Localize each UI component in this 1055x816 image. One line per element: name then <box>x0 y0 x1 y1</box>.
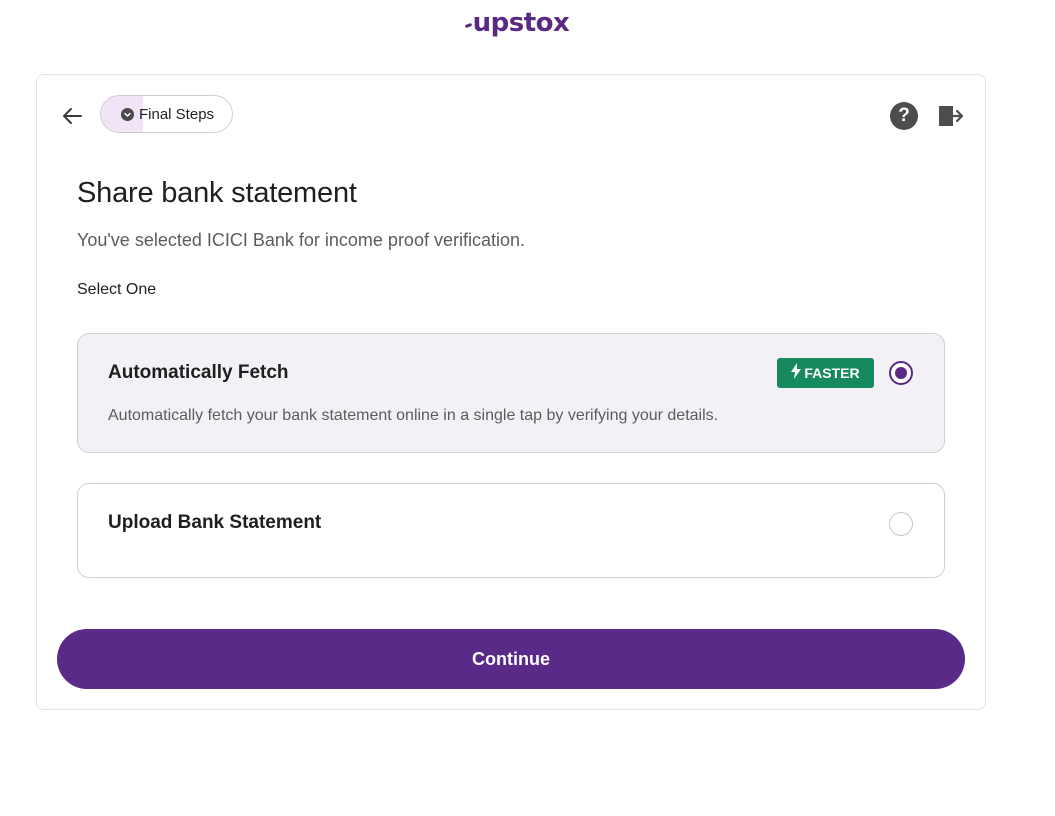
logo-text: upstox <box>472 8 570 38</box>
page-subtitle: You've selected ICICI Bank for income pr… <box>77 230 525 250</box>
chevron-down-circle-icon <box>121 107 134 121</box>
radio-upload-bank-statement[interactable] <box>889 512 913 536</box>
faster-badge: FASTER <box>777 358 874 388</box>
option-title: Upload Bank Statement <box>108 512 322 533</box>
page-title: Share bank statement <box>77 177 357 209</box>
step-progress-pill: Final Steps <box>100 95 233 133</box>
upstox-logo: upstox <box>0 4 1034 42</box>
option-description: Automatically fetch your bank statement … <box>108 407 719 424</box>
logout-icon[interactable] <box>937 104 965 128</box>
option-title: Automatically Fetch <box>108 362 289 383</box>
main-card: Final Steps ? Share bank statement You'v… <box>36 74 986 710</box>
option-automatically-fetch[interactable]: Automatically Fetch FASTER Automatically… <box>77 333 945 453</box>
logo-tick <box>464 22 472 29</box>
arrow-left-icon[interactable] <box>59 103 85 129</box>
radio-automatically-fetch[interactable] <box>889 361 913 385</box>
step-label: Final Steps <box>139 105 215 123</box>
lightning-bolt-icon <box>791 363 802 383</box>
question-circle-icon[interactable]: ? <box>890 102 918 130</box>
badge-label: FASTER <box>804 365 860 381</box>
select-one-label: Select One <box>77 281 157 298</box>
option-upload-bank-statement[interactable]: Upload Bank Statement <box>77 483 945 578</box>
continue-button[interactable]: Continue <box>57 629 965 689</box>
